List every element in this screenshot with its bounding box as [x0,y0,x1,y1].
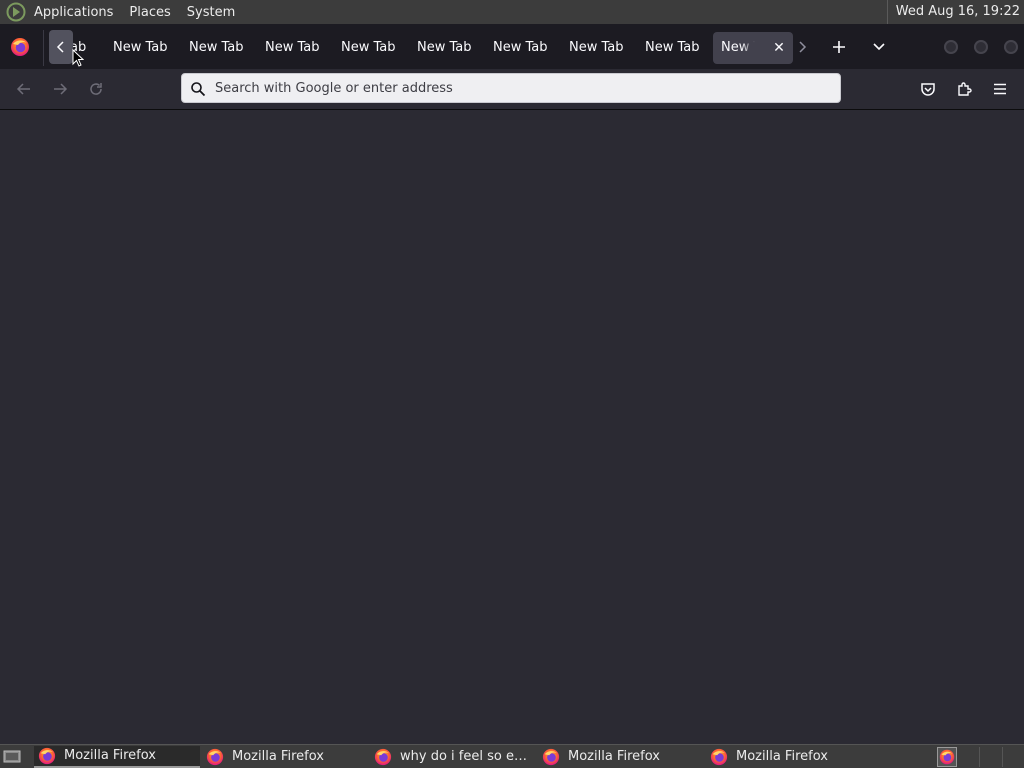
new-tab-button[interactable] [828,36,850,58]
taskbar-item-label: Mozilla Firefox [736,749,828,764]
firefox-icon [10,37,30,57]
tab-scroll-left-button[interactable] [49,30,73,64]
chevron-down-icon [873,43,885,51]
tab-label: New Tab [569,40,624,55]
reload-button[interactable] [84,77,108,101]
chevron-left-icon [56,41,64,53]
mate-logo-icon[interactable] [6,2,26,22]
url-bar[interactable] [181,73,841,103]
url-input[interactable] [215,78,815,98]
nav-toolbar [0,69,1024,110]
desktop-icon [3,750,21,763]
pocket-icon [921,83,935,96]
extensions-button[interactable] [952,77,976,101]
tray-divider [1002,747,1003,767]
tab-active[interactable]: New Tab ✕ [713,32,793,64]
taskbar-item[interactable]: Mozilla Firefox [706,746,872,768]
tab-scroll-right-button[interactable] [791,36,813,58]
puzzle-icon [958,82,972,96]
list-all-tabs-button[interactable] [868,36,890,58]
tab-strip: ab New Tab New Tab New Tab New Tab New T… [0,24,1024,69]
tab-label: New Tab [417,40,472,55]
firefox-icon [542,748,560,766]
show-desktop-button[interactable] [2,748,22,766]
tab-label: New Tab [645,40,700,55]
tab-label: New Tab [265,40,320,55]
pocket-button[interactable] [916,77,940,101]
taskbar-item[interactable]: why do i feel so em… [370,746,536,768]
close-window-button[interactable] [1004,40,1018,54]
taskbar-item-label: Mozilla Firefox [232,749,324,764]
tab-6[interactable]: New Tab [493,32,548,64]
hamburger-icon [994,83,1006,95]
tab-label: New Tab [493,40,548,55]
taskbar-item[interactable]: Mozilla Firefox [34,746,200,768]
back-button[interactable] [12,77,36,101]
arrow-left-icon [16,83,30,95]
tab-label: New Tab [189,40,244,55]
tab-5[interactable]: New Tab [417,32,472,64]
tab-2[interactable]: New Tab [189,32,244,64]
search-icon [191,82,206,97]
plus-icon [833,41,845,53]
close-tab-icon[interactable]: ✕ [771,32,787,64]
tab-label: New Tab [113,40,168,55]
tab-8[interactable]: New Tab [645,32,700,64]
minimize-window-button[interactable] [944,40,958,54]
tab-label: New Tab [721,40,755,55]
reload-icon [90,83,102,95]
maximize-window-button[interactable] [974,40,988,54]
taskbar-item-label: Mozilla Firefox [568,749,660,764]
tab-4[interactable]: New Tab [341,32,396,64]
forward-button[interactable] [48,77,72,101]
tab-3[interactable]: New Tab [265,32,320,64]
menu-places[interactable]: Places [129,5,170,20]
tab-7[interactable]: New Tab [569,32,624,64]
firefox-icon [374,748,392,766]
top-panel: Applications Places System Wed Aug 16, 1… [0,0,1024,24]
clock[interactable]: Wed Aug 16, 19:22 [886,0,1020,24]
taskbar-item-label: why do i feel so em… [400,749,536,764]
tray-divider [979,747,980,767]
page-content[interactable] [0,110,1024,744]
tab-label: New Tab [341,40,396,55]
menu-system[interactable]: System [187,5,235,20]
workspace-switcher[interactable] [937,747,957,767]
firefox-icon [939,749,955,765]
chevron-right-icon [799,41,807,53]
taskbar-item-label: Mozilla Firefox [64,748,156,763]
tab-divider [43,30,44,66]
arrow-right-icon [54,83,68,95]
tab-partial[interactable]: ab [70,32,92,64]
taskbar: Mozilla Firefox Mozilla Firefox why do i… [0,744,1024,768]
taskbar-item[interactable]: Mozilla Firefox [538,746,704,768]
firefox-icon [206,748,224,766]
firefox-icon [710,748,728,766]
tab-1[interactable]: New Tab [113,32,168,64]
taskbar-item[interactable]: Mozilla Firefox [202,746,368,768]
firefox-icon [38,747,56,765]
menu-applications[interactable]: Applications [34,5,113,20]
app-menu-button[interactable] [988,77,1012,101]
